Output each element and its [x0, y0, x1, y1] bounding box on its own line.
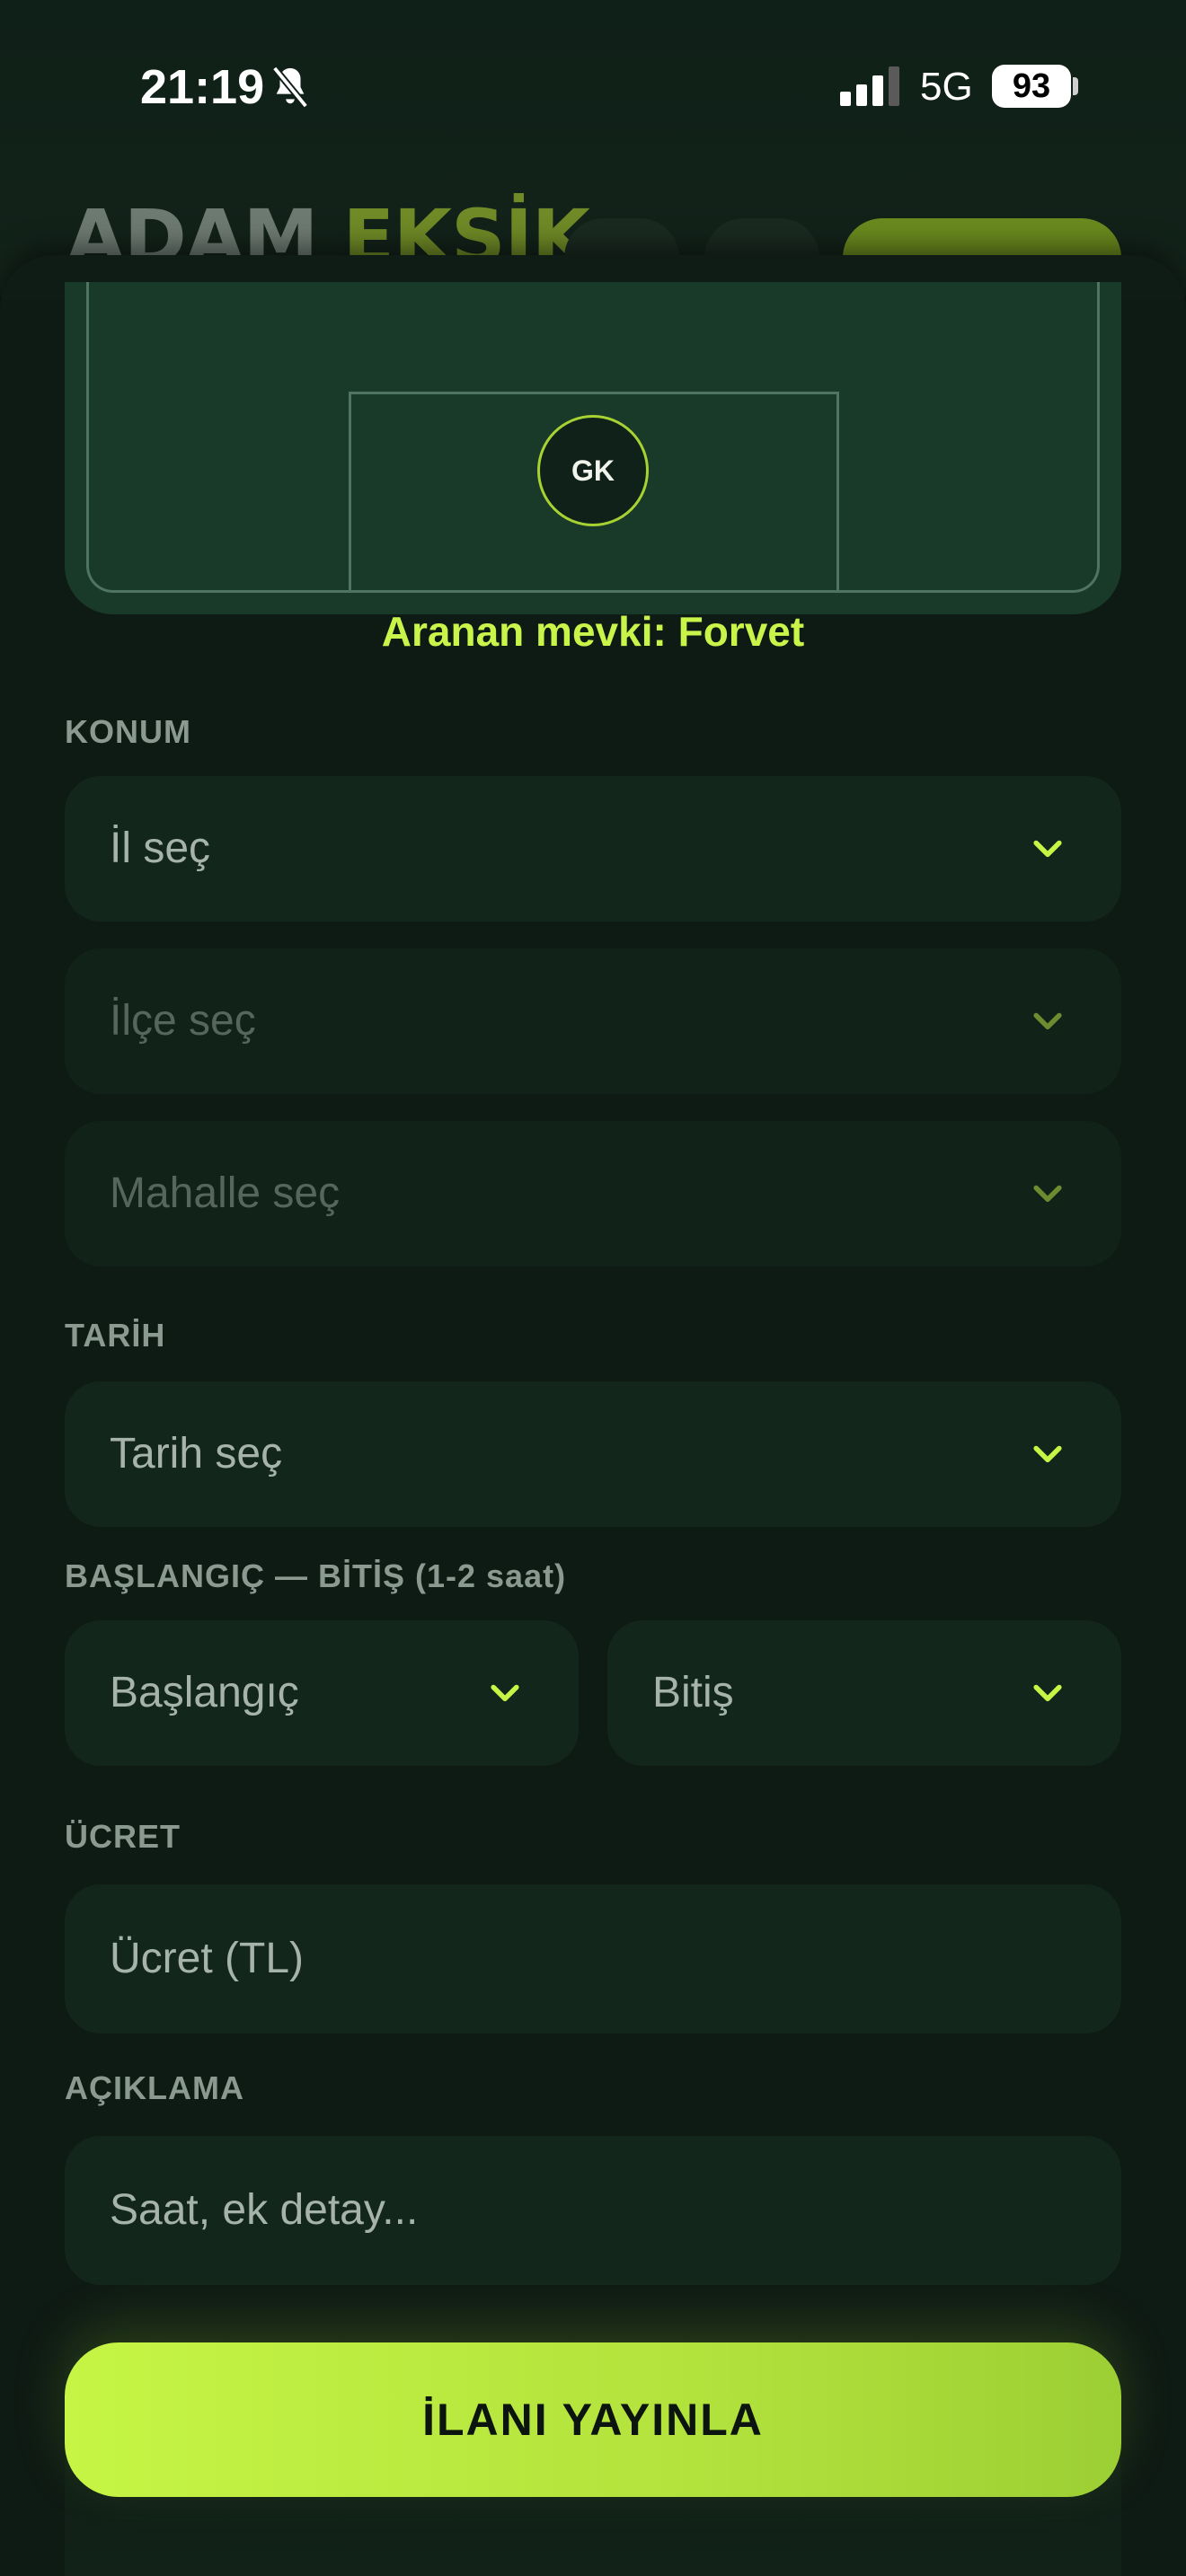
date-select-text: Tarih seç — [110, 1430, 283, 1478]
network-type: 5G — [920, 65, 973, 109]
searched-position-text: Aranan mevki: Forvet — [381, 608, 805, 655]
chevron-down-icon — [491, 1684, 519, 1702]
district-select[interactable]: İlçe seç — [65, 948, 1121, 1094]
province-select-text: İl seç — [110, 825, 211, 872]
chevron-down-icon — [1033, 1185, 1062, 1203]
fee-input-placeholder: Ücret (TL) — [110, 1935, 304, 1982]
battery-nub — [1073, 77, 1078, 95]
time-range-label: BAŞLANGIÇ — BİTİŞ (1-2 saat) — [65, 1557, 567, 1594]
start-time-select-text: Başlangıç — [110, 1669, 299, 1716]
date-select[interactable]: Tarih seç — [65, 1381, 1121, 1527]
football-pitch: GK — [65, 282, 1121, 614]
fee-label: ÜCRET — [65, 1818, 181, 1855]
description-input[interactable]: Saat, ek detay... — [65, 2136, 1121, 2285]
chevron-down-icon — [1033, 1445, 1062, 1463]
chevron-down-icon — [1033, 840, 1062, 858]
neighborhood-select-text: Mahalle seç — [110, 1169, 341, 1217]
neighborhood-select[interactable]: Mahalle seç — [65, 1121, 1121, 1266]
end-time-select-text: Bitiş — [652, 1669, 734, 1716]
description-input-placeholder: Saat, ek detay... — [110, 2186, 419, 2234]
cellular-signal-icon — [840, 66, 899, 106]
status-bar: 21:19 5G 93 — [0, 0, 1186, 171]
goalkeeper-marker[interactable]: GK — [537, 415, 649, 526]
chevron-down-icon — [1033, 1684, 1062, 1702]
description-label: AÇIKLAMA — [65, 2069, 244, 2106]
create-listing-sheet: GK Aranan mevki: Forvet KONUM İl seç İlç… — [0, 255, 1186, 2576]
location-label: KONUM — [65, 713, 191, 750]
end-time-select[interactable]: Bitiş — [607, 1620, 1121, 1766]
start-time-select[interactable]: Başlangıç — [65, 1620, 579, 1766]
fee-input[interactable]: Ücret (TL) — [65, 1884, 1121, 2033]
chevron-down-icon — [1033, 1012, 1062, 1030]
publish-listing-button[interactable]: İLANI YAYINLA — [65, 2342, 1121, 2497]
bell-slash-icon — [271, 66, 309, 109]
date-label: TARİH — [65, 1317, 166, 1354]
province-select[interactable]: İl seç — [65, 776, 1121, 922]
battery-indicator: 93 — [992, 65, 1071, 108]
district-select-text: İlçe seç — [110, 997, 256, 1045]
status-time: 21:19 — [140, 60, 265, 114]
